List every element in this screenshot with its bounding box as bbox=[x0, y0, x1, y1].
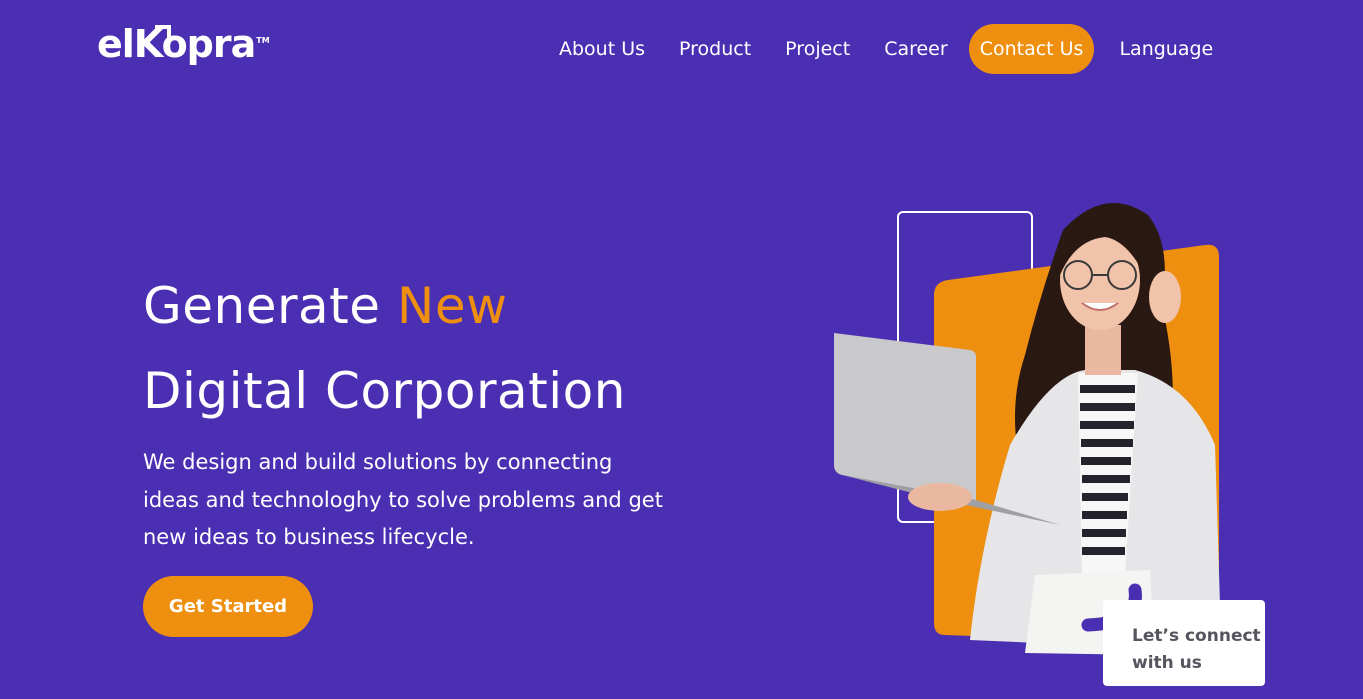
neck-shape bbox=[1085, 325, 1121, 375]
trademark-mark: TM bbox=[256, 36, 270, 45]
lets-connect-card[interactable]: Let’s connect with us bbox=[1103, 600, 1265, 686]
brand-logo[interactable]: elKopra TM bbox=[97, 22, 270, 66]
logo-bracket-icon bbox=[155, 25, 171, 39]
nav-contact-us-button[interactable]: Contact Us bbox=[968, 24, 1095, 74]
hero-title-part1: Generate bbox=[143, 277, 397, 335]
nav-about-us[interactable]: About Us bbox=[542, 24, 662, 74]
nav-project[interactable]: Project bbox=[768, 24, 867, 74]
nav-career[interactable]: Career bbox=[867, 24, 965, 74]
nav-language[interactable]: Language bbox=[1102, 24, 1230, 74]
nav-product[interactable]: Product bbox=[662, 24, 768, 74]
hero-description: We design and build solutions by connect… bbox=[143, 450, 663, 549]
hero-title-line2: Digital Corporation bbox=[143, 362, 626, 420]
raised-hand-shape bbox=[1149, 271, 1181, 323]
holding-hand-shape bbox=[908, 483, 972, 511]
main-nav: About Us Product Project Career Contact … bbox=[542, 24, 1230, 74]
brand-logo-text: elKopra bbox=[97, 22, 256, 66]
get-started-button[interactable]: Get Started bbox=[143, 576, 313, 637]
hero-title-accent: New bbox=[396, 277, 508, 335]
hero-title: Generate New Digital Corporation bbox=[143, 264, 626, 434]
